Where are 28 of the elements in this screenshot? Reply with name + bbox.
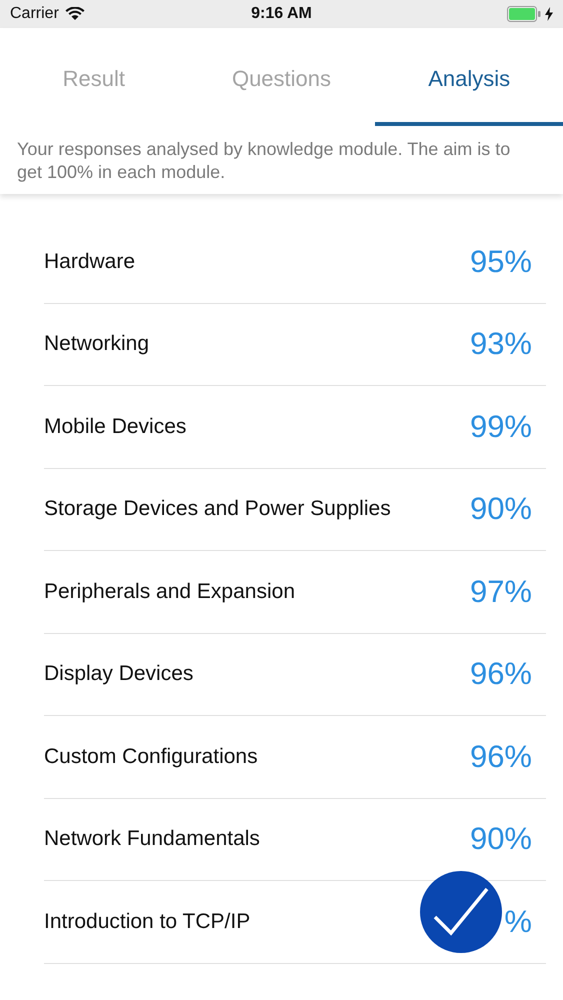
battery-icon: [507, 6, 542, 22]
module-name: Networking: [44, 332, 150, 356]
module-score: 96%: [470, 738, 532, 775]
module-score: %: [504, 904, 532, 940]
module-score: 90%: [470, 821, 532, 858]
tab[interactable]: Questions: [188, 52, 376, 126]
carrier-name: Carrier: [10, 5, 59, 23]
module-score: 96%: [470, 656, 532, 692]
tab[interactable]: Analysis: [375, 52, 563, 126]
module-name: Storage Devices and Power Supplies: [44, 497, 391, 522]
description-text: Your responses analysed by knowledge module. The aim is to get 100% in each module.: [17, 138, 512, 184]
status-time: 9:16 AM: [251, 5, 312, 23]
module-score: 90%: [470, 491, 532, 528]
module-name: Custom Configurations: [44, 744, 258, 769]
module-name: Mobile Devices: [44, 414, 186, 439]
module-name: Peripherals and Expansion: [44, 580, 295, 604]
module-score: 93%: [470, 326, 532, 362]
charging-icon: [545, 7, 554, 21]
module-score: 99%: [470, 408, 532, 445]
module-name: Hardware: [44, 250, 136, 274]
wifi-icon: [64, 7, 85, 21]
module-name: Display Devices: [44, 662, 194, 686]
module-name: Introduction to TCP/IP: [44, 910, 250, 934]
module-score: 95%: [470, 244, 532, 280]
module-score: 97%: [470, 574, 532, 610]
tab[interactable]: Result: [0, 52, 188, 126]
checkmark-icon: [433, 887, 489, 937]
module-name: Network Fundamentals: [44, 827, 260, 852]
